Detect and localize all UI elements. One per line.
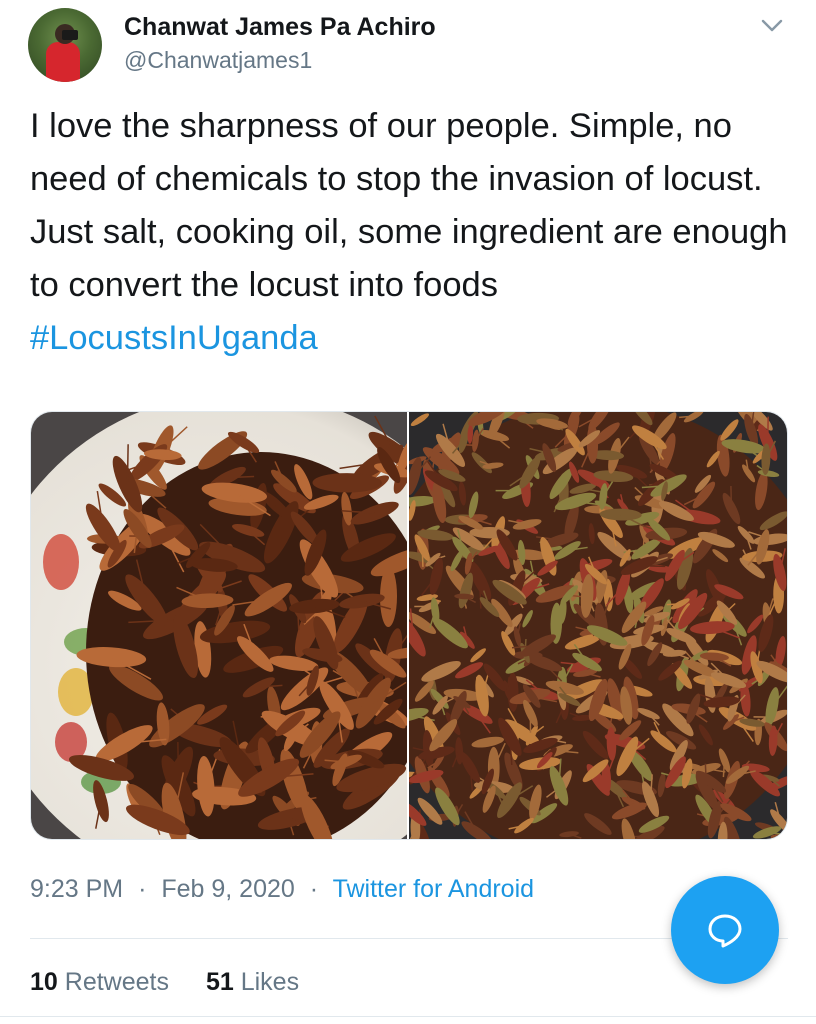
- author-name[interactable]: Chanwat James Pa Achiro: [124, 13, 436, 42]
- photo-right-image: [409, 412, 787, 839]
- tweet-text: I love the sharpness of our people. Simp…: [30, 100, 790, 365]
- bottom-divider: [0, 1016, 816, 1017]
- tweet-stats: 10 Retweets 51 Likes: [30, 968, 329, 997]
- likes-count: 51: [205, 968, 234, 996]
- tweet-date: Feb 9, 2020: [161, 875, 295, 903]
- meta-separator-2: ·: [309, 875, 319, 903]
- fried-locusts-pan-photo[interactable]: [409, 412, 787, 839]
- chevron-down-icon[interactable]: [758, 12, 786, 40]
- tweet-time: 9:23 PM: [30, 875, 124, 903]
- tweet-source-link[interactable]: Twitter for Android: [333, 875, 534, 903]
- tweet-meta: 9:23 PM · Feb 9, 2020 · Twitter for Andr…: [30, 875, 534, 904]
- retweets-stat[interactable]: 10 Retweets: [30, 968, 169, 996]
- tweet-media: [30, 411, 788, 840]
- meta-separator: ·: [138, 875, 147, 903]
- retweets-label: Retweets: [64, 968, 169, 996]
- reply-button[interactable]: [671, 876, 779, 984]
- reply-bubble-icon: [708, 914, 742, 948]
- author-handle[interactable]: @Chanwatjames1: [124, 47, 312, 74]
- tweet-body: I love the sharpness of our people. Simp…: [30, 107, 788, 304]
- retweets-count: 10: [30, 968, 58, 996]
- likes-label: Likes: [240, 968, 300, 996]
- avatar[interactable]: [28, 8, 102, 82]
- likes-stat[interactable]: 51 Likes: [206, 968, 299, 996]
- hashtag-link[interactable]: #LocustsInUganda: [30, 319, 318, 357]
- tweet-header: Chanwat James Pa Achiro @Chanwatjames1: [28, 8, 788, 84]
- fried-locusts-plate-photo[interactable]: [31, 412, 407, 839]
- photo-left-image: [31, 412, 407, 839]
